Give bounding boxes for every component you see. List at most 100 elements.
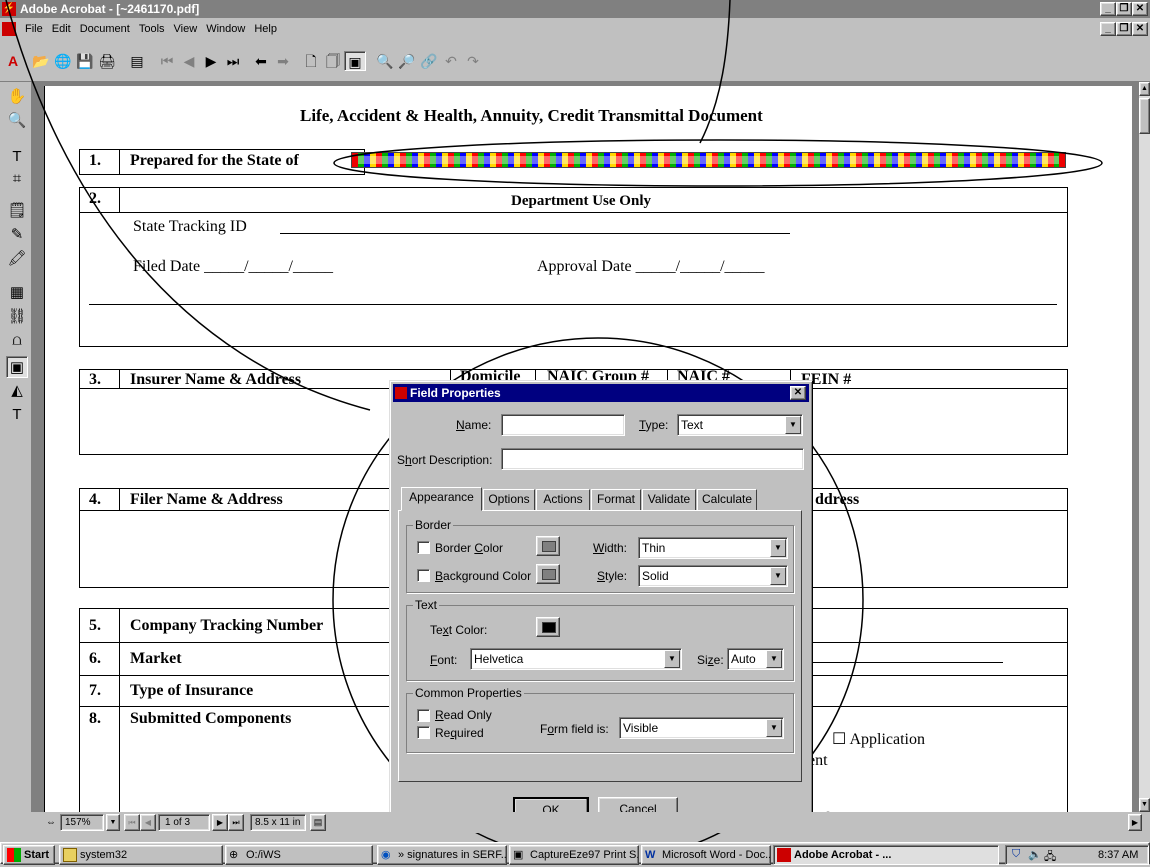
split-handle-icon[interactable]: ⇔ (44, 815, 58, 830)
vertical-scrollbar[interactable]: ▲ ▼ (1139, 82, 1150, 812)
close-button[interactable]: ✕ (1132, 2, 1148, 16)
save-icon[interactable]: 💾 (74, 51, 96, 71)
task-signatures[interactable]: ◉ » signatures in SERF... (377, 845, 507, 865)
scroll-down-button[interactable]: ▼ (1139, 798, 1150, 812)
tab-appearance[interactable]: Appearance (401, 487, 482, 511)
rotate-right-icon[interactable]: ↷ (462, 51, 484, 71)
form-tool-icon[interactable]: ▣ (6, 356, 28, 378)
actual-size-icon[interactable]: 🗋 (300, 51, 322, 71)
width-select[interactable]: Thin ▼ (638, 537, 788, 559)
print-icon[interactable]: 🖨 (96, 51, 118, 71)
chevron-down-icon[interactable]: ▼ (770, 567, 786, 585)
go-forward-icon[interactable]: ➡ (272, 51, 294, 71)
chevron-down-icon[interactable]: ▼ (664, 650, 680, 668)
shield-icon[interactable]: ⛉ (1012, 848, 1020, 861)
show-navigation-pane-icon[interactable]: ▤ (126, 51, 148, 71)
window-title-bar[interactable]: ⚡ Adobe Acrobat - [~2461170.pdf] _ ❐ ✕ (0, 0, 1150, 18)
chevron-down-icon[interactable]: ▼ (785, 416, 801, 434)
task-word[interactable]: W Microsoft Word - Doc... (641, 845, 771, 865)
link-tool-icon[interactable]: ⛓ (6, 306, 28, 328)
menu-window[interactable]: Window (206, 23, 245, 35)
tab-format[interactable]: Format (591, 489, 641, 511)
last-page-icon[interactable]: ⏭ (222, 51, 244, 71)
search-icon[interactable]: 🔎 (396, 51, 418, 71)
style-select[interactable]: Solid ▼ (638, 565, 788, 587)
zoom-dropdown-icon[interactable]: ▼ (106, 814, 120, 831)
first-page-button[interactable]: ⏮ (124, 814, 140, 831)
chevron-down-icon[interactable]: ▼ (770, 539, 786, 557)
document-icon[interactable] (2, 22, 16, 36)
page-layout-icon[interactable]: ▤ (310, 814, 326, 831)
font-select[interactable]: Helvetica ▼ (470, 648, 682, 670)
open-web-icon[interactable]: 🌐 (52, 51, 74, 71)
task-captureeze[interactable]: ▣ CaptureEze97 Print S... (509, 845, 639, 865)
web-link-icon[interactable]: 🔗 (418, 51, 440, 71)
note-tool-icon[interactable]: 🗒 (6, 200, 28, 222)
minimize-button[interactable]: _ (1100, 2, 1116, 16)
task-system32[interactable]: system32 (59, 845, 223, 865)
menu-document[interactable]: Document (80, 23, 130, 35)
type-select[interactable]: Text ▼ (677, 414, 803, 436)
next-page-button[interactable]: ▶ (212, 814, 228, 831)
network-tray-icon[interactable]: 🖧 (1044, 848, 1056, 867)
dialog-title-bar[interactable]: Field Properties ✕ (393, 384, 809, 402)
border-color-swatch[interactable] (536, 536, 560, 556)
menu-help[interactable]: Help (254, 23, 277, 35)
doc-close-button[interactable]: ✕ (1132, 22, 1148, 36)
clock[interactable]: 8:37 AM (1098, 849, 1138, 861)
go-back-icon[interactable]: ⬅ (250, 51, 272, 71)
highlight-tool-icon[interactable]: 🖍 (6, 248, 28, 270)
size-select[interactable]: Auto ▼ (727, 648, 784, 670)
scroll-right-button[interactable]: ▶ (1128, 814, 1142, 831)
start-button[interactable]: Start (3, 845, 55, 865)
tab-validate[interactable]: Validate (642, 489, 696, 511)
background-color-checkbox[interactable] (417, 569, 430, 582)
pencil-tool-icon[interactable]: ✎ (6, 224, 28, 246)
read-only-checkbox[interactable] (417, 709, 430, 722)
touchup-object-tool-icon[interactable]: ◭ (6, 380, 28, 402)
state-form-field[interactable] (351, 152, 1066, 168)
doc-restore-button[interactable]: ❐ (1116, 22, 1132, 36)
background-color-swatch[interactable] (536, 564, 560, 584)
dialog-close-button[interactable]: ✕ (790, 386, 806, 400)
movie-tool-icon[interactable]: ▦ (6, 282, 28, 304)
chevron-down-icon[interactable]: ▼ (766, 650, 782, 668)
short-description-input[interactable] (501, 448, 804, 470)
page-indicator[interactable]: 1 of 3 (158, 814, 210, 831)
menu-file[interactable]: File (25, 23, 43, 35)
chevron-down-icon[interactable]: ▼ (766, 719, 782, 737)
speaker-icon[interactable]: 🔈 (1028, 848, 1042, 861)
menu-edit[interactable]: Edit (52, 23, 71, 35)
fit-page-icon[interactable]: 🗍 (322, 51, 344, 71)
border-color-checkbox[interactable] (417, 541, 430, 554)
menu-view[interactable]: View (174, 23, 198, 35)
tab-options[interactable]: Options (483, 489, 535, 511)
zoom-field[interactable]: 157% (60, 814, 104, 831)
scroll-thumb[interactable] (1139, 98, 1150, 134)
fit-width-icon[interactable]: ▣ (344, 51, 366, 71)
task-acrobat-active[interactable]: Adobe Acrobat - ... (773, 845, 999, 865)
tab-calculate[interactable]: Calculate (697, 489, 757, 511)
task-oiws[interactable]: ⊕ O:/iWS (225, 845, 373, 865)
text-select-tool-icon[interactable]: T (6, 146, 28, 168)
touchup-text-tool-icon[interactable]: T (6, 404, 28, 426)
form-field-visibility-select[interactable]: Visible ▼ (619, 717, 784, 739)
restore-button[interactable]: ❐ (1116, 2, 1132, 16)
open-icon[interactable]: 📂 (30, 51, 52, 71)
required-checkbox[interactable] (417, 726, 430, 739)
tab-actions[interactable]: Actions (536, 489, 590, 511)
previous-page-icon[interactable]: ◀ (178, 51, 200, 71)
doc-minimize-button[interactable]: _ (1100, 22, 1116, 36)
hand-tool-icon[interactable]: ✋ (6, 86, 28, 108)
rotate-left-icon[interactable]: ↶ (440, 51, 462, 71)
text-color-swatch[interactable] (536, 617, 560, 637)
first-page-icon[interactable]: ⏮ (156, 51, 178, 71)
find-icon[interactable]: 🔍 (374, 51, 396, 71)
prev-page-button[interactable]: ◀ (140, 814, 156, 831)
menu-tools[interactable]: Tools (139, 23, 165, 35)
crop-tool-icon[interactable]: ⌗ (6, 168, 28, 190)
name-input[interactable] (501, 414, 625, 436)
article-tool-icon[interactable]: ⩍ (6, 330, 28, 352)
zoom-tool-icon[interactable]: 🔍 (6, 110, 28, 132)
last-page-button[interactable]: ⏭ (228, 814, 244, 831)
